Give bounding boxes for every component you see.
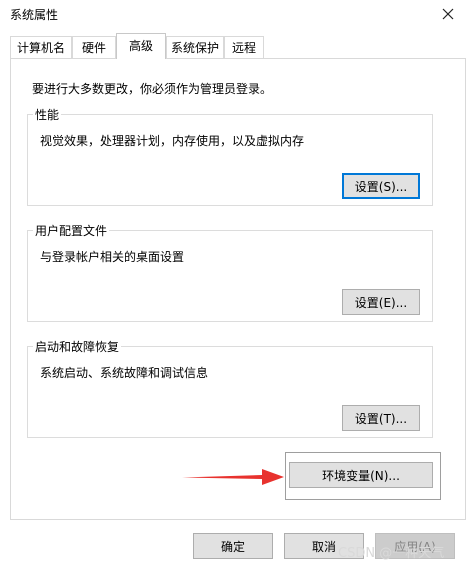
user-profiles-settings-button[interactable]: 设置(E)...	[342, 289, 420, 315]
startup-recovery-settings-button[interactable]: 设置(T)...	[342, 405, 420, 431]
user-profiles-description: 与登录帐户相关的桌面设置	[40, 250, 185, 264]
close-icon[interactable]	[436, 2, 460, 26]
watermark: CSDN @一种天气	[338, 546, 445, 561]
tab-computer-name[interactable]: 计算机名	[10, 36, 72, 58]
performance-title: 性能	[33, 106, 62, 123]
tab-system-protection[interactable]: 系统保护	[166, 36, 224, 58]
ok-button[interactable]: 确定	[193, 533, 273, 559]
title-bar: 系统属性	[0, 0, 474, 30]
startup-recovery-title: 启动和故障恢复	[33, 338, 122, 355]
admin-note: 要进行大多数更改，你必须作为管理员登录。	[32, 82, 273, 96]
window-title: 系统属性	[10, 8, 59, 22]
user-profiles-group: 用户配置文件 与登录帐户相关的桌面设置 设置(E)...	[27, 222, 433, 322]
startup-recovery-group: 启动和故障恢复 系统启动、系统故障和调试信息 设置(T)...	[27, 338, 433, 438]
performance-settings-button[interactable]: 设置(S)...	[342, 173, 420, 199]
environment-variables-button[interactable]: 环境变量(N)...	[289, 462, 433, 488]
tab-advanced[interactable]: 高级	[116, 33, 166, 59]
performance-description: 视觉效果，处理器计划，内存使用，以及虚拟内存	[40, 134, 305, 148]
user-profiles-title: 用户配置文件	[33, 222, 110, 239]
performance-group: 性能 视觉效果，处理器计划，内存使用，以及虚拟内存 设置(S)...	[27, 106, 433, 206]
tab-remote[interactable]: 远程	[224, 36, 264, 58]
startup-recovery-description: 系统启动、系统故障和调试信息	[40, 366, 209, 380]
red-arrow-icon	[180, 466, 286, 488]
tab-hardware[interactable]: 硬件	[72, 36, 116, 58]
